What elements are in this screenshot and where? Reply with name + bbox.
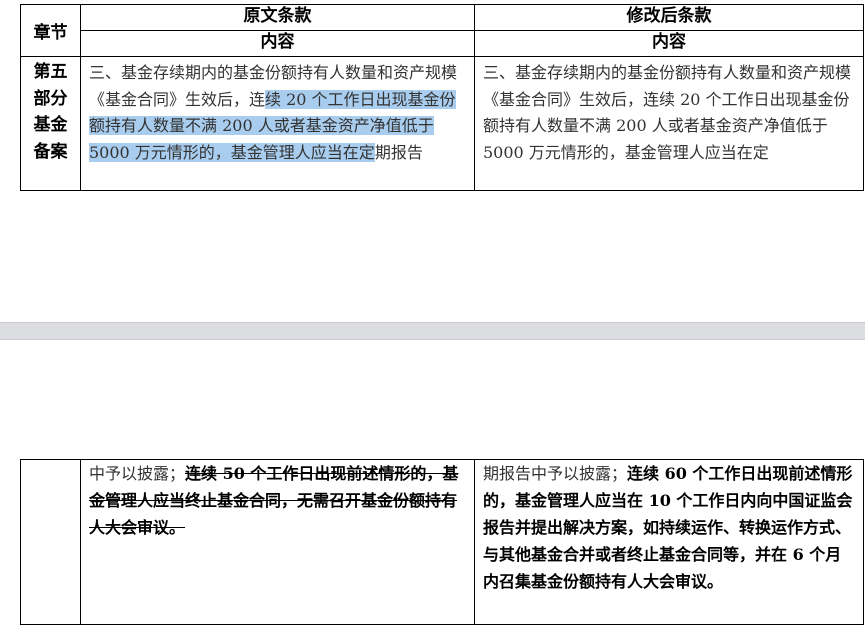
original-continued-text: 中予以披露；连续 50 个工作日出现前述情形的，基金管理人应当终止基金合同，无需…: [89, 464, 459, 537]
page-gap: [0, 322, 865, 340]
original-paragraph: 《基金合同》生效后，连续 20 个工作日出现基金份额持有人数量不满 200 人或…: [89, 89, 456, 162]
chapter-line: 部分: [33, 88, 68, 109]
page-top: 章节 原文条款 修改后条款 内容 内容 第五 部分 基金 备案 三、基金存续期内…: [0, 0, 865, 322]
added-text: 连续 60 个工作日出现前述情形的，基金管理人应当在 10 个工作日内向中国证监…: [483, 464, 853, 591]
chapter-line: 第五: [33, 62, 68, 82]
chapter-header: 章节: [20, 4, 81, 57]
revised-paragraph: 《基金合同》生效后，连续 20 个工作日出现基金份额持有人数量不满 200 人或…: [483, 89, 850, 162]
original-heading: 三、基金存续期内的基金份额持有人数量和资产规模: [89, 63, 458, 82]
revised-heading: 三、基金存续期内的基金份额持有人数量和资产规模: [483, 63, 852, 82]
original-clause-cell[interactable]: 三、基金存续期内的基金份额持有人数量和资产规模 《基金合同》生效后，连续 20 …: [80, 56, 475, 191]
revised-clause-cell[interactable]: 三、基金存续期内的基金份额持有人数量和资产规模 《基金合同》生效后，连续 20 …: [474, 56, 864, 191]
revised-clause-header: 修改后条款: [474, 4, 864, 31]
chapter-line: 备案: [33, 141, 68, 162]
original-clause-cell[interactable]: 中予以披露；连续 50 个工作日出现前述情形的，基金管理人应当终止基金合同，无需…: [80, 459, 475, 625]
original-content-header: 内容: [80, 30, 475, 57]
amendment-table: 章节 原文条款 修改后条款 内容 内容 第五 部分 基金 备案 三、基金存续期内…: [20, 4, 864, 191]
revised-clause-cell[interactable]: 期报告中予以披露；连续 60 个工作日出现前述情形的，基金管理人应当在 10 个…: [474, 459, 864, 625]
revised-continued-text: 期报告中予以披露；连续 60 个工作日出现前述情形的，基金管理人应当在 10 个…: [483, 464, 853, 591]
revised-content-header: 内容: [474, 30, 864, 57]
amendment-table-continued: 中予以披露；连续 50 个工作日出现前述情形的，基金管理人应当终止基金合同，无需…: [20, 459, 864, 625]
chapter-cell: 第五 部分 基金 备案: [20, 56, 81, 191]
chapter-cell-empty: [20, 459, 81, 625]
original-clause-header: 原文条款: [80, 4, 475, 31]
chapter-line: 基金: [33, 115, 68, 135]
